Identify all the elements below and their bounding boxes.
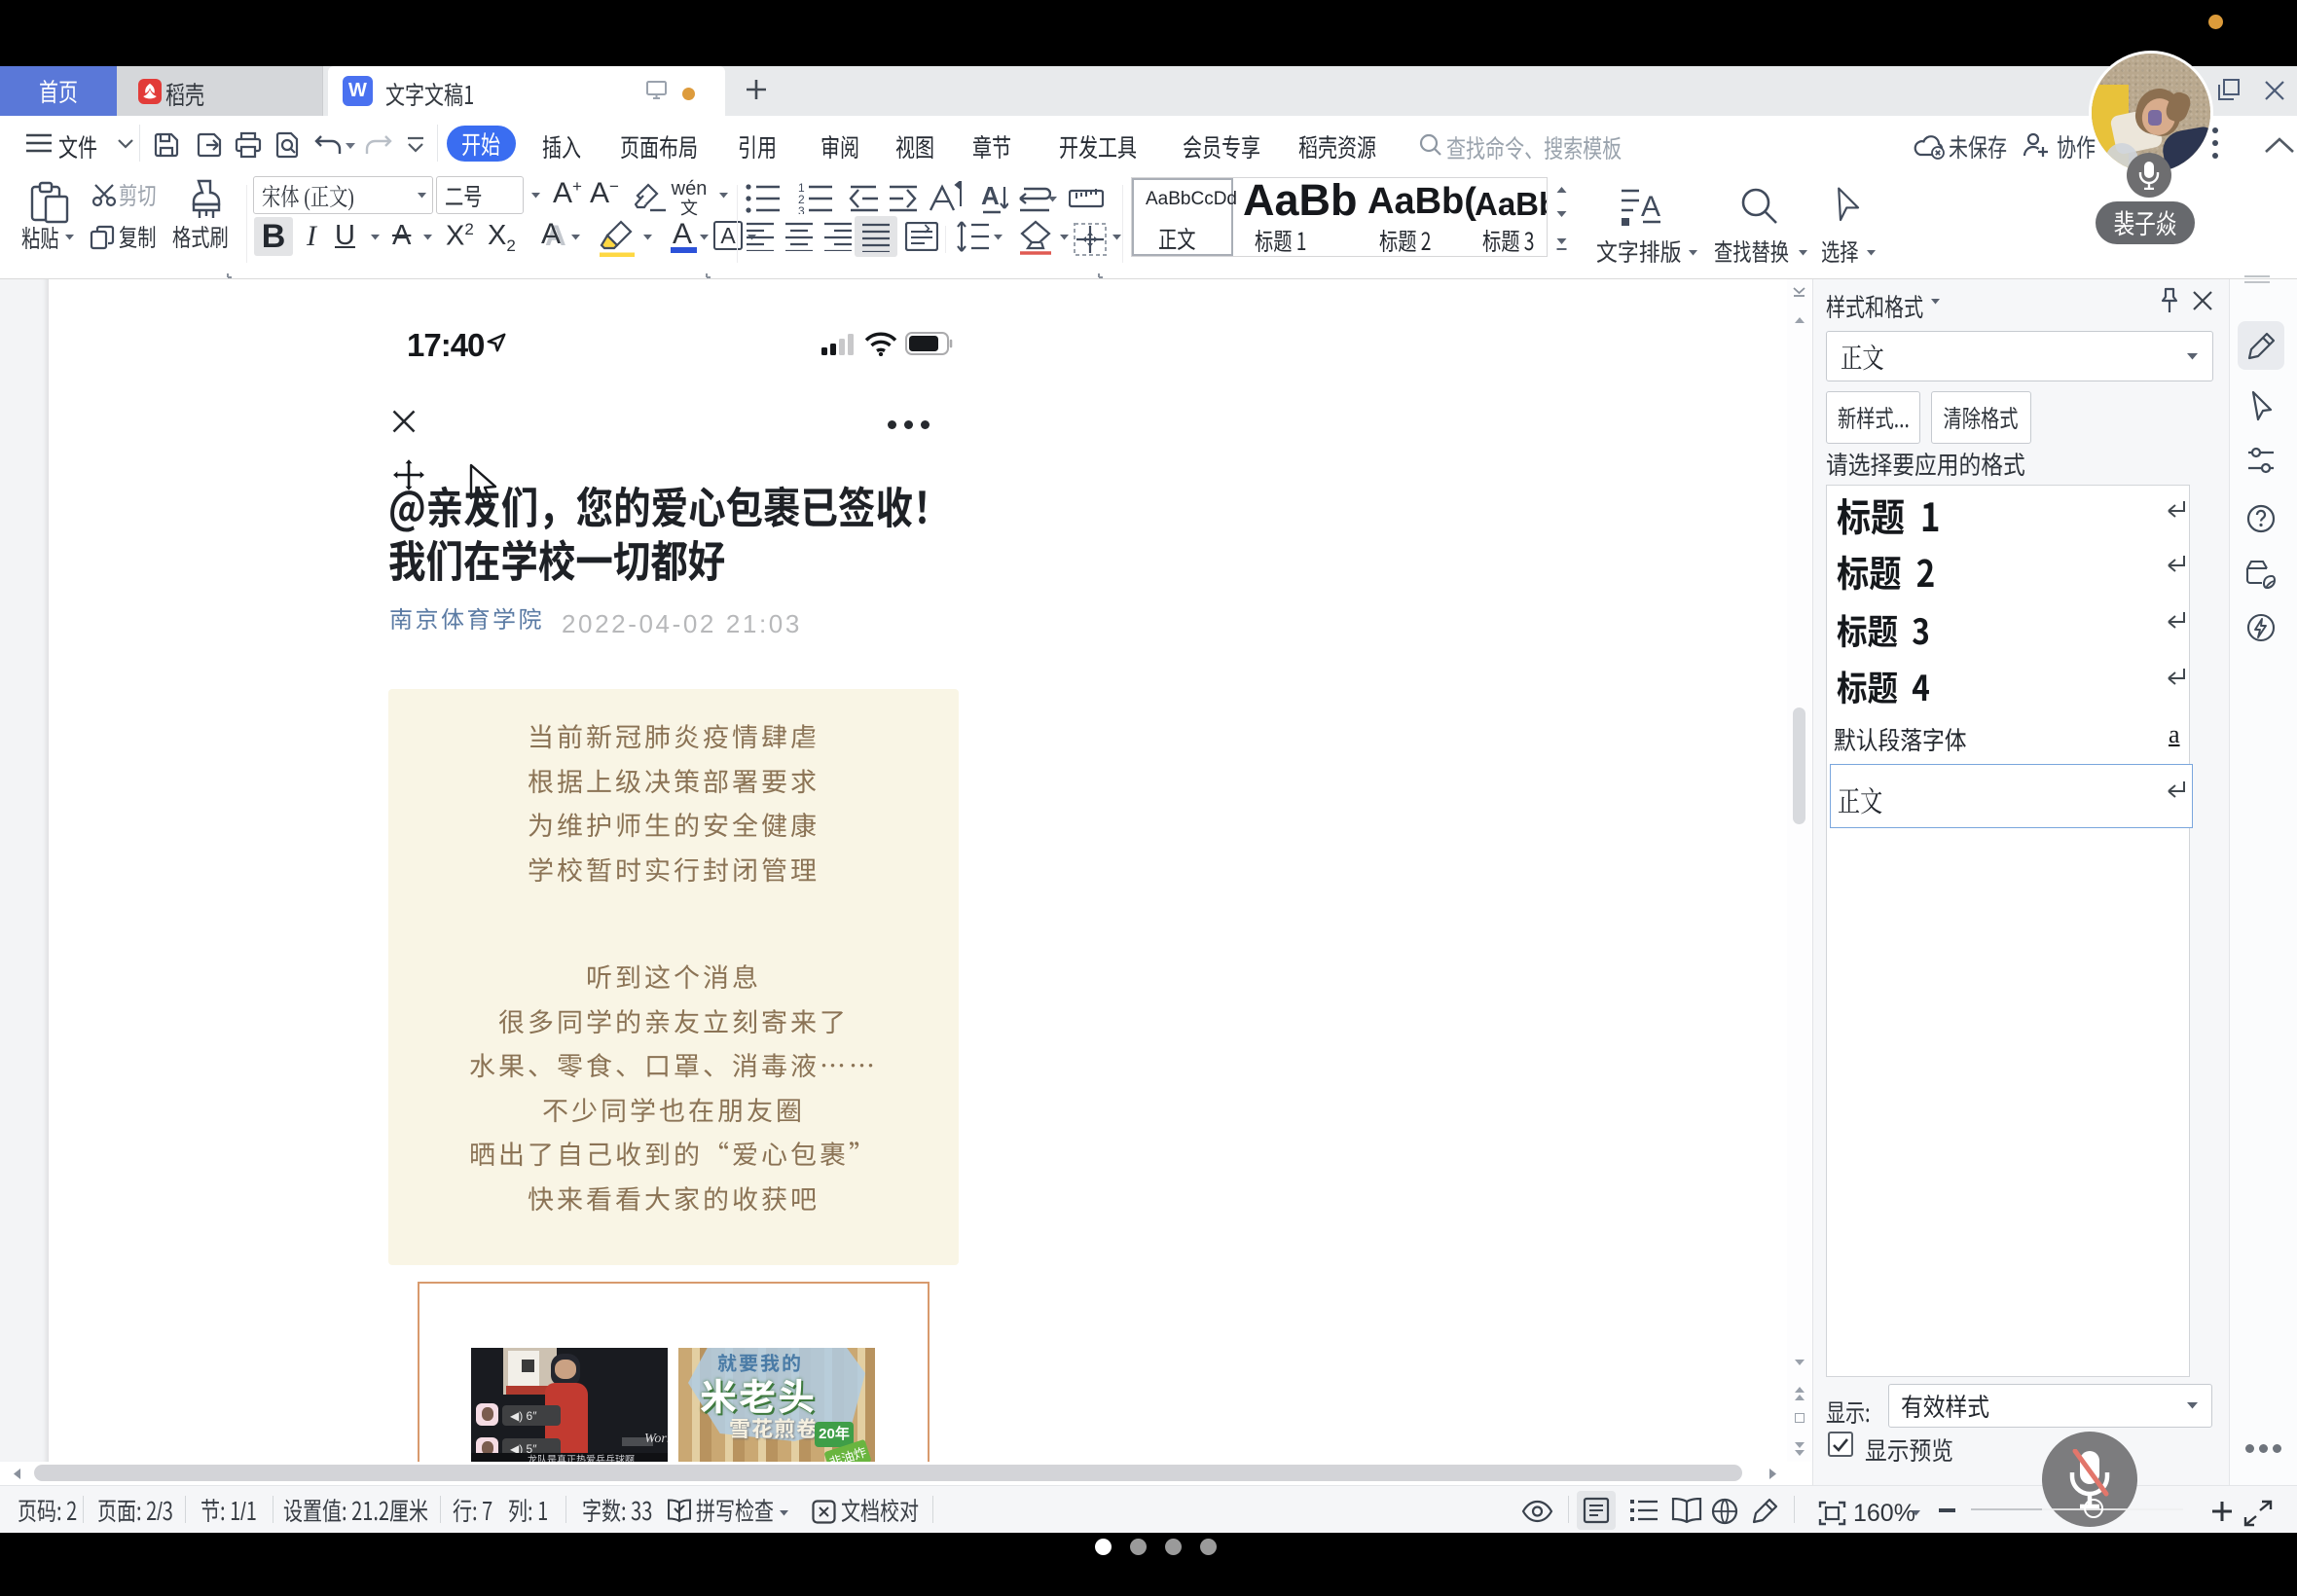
svg-text:A: A bbox=[1641, 191, 1660, 223]
svg-text:A: A bbox=[981, 183, 1000, 210]
svg-text:3: 3 bbox=[798, 204, 805, 214]
